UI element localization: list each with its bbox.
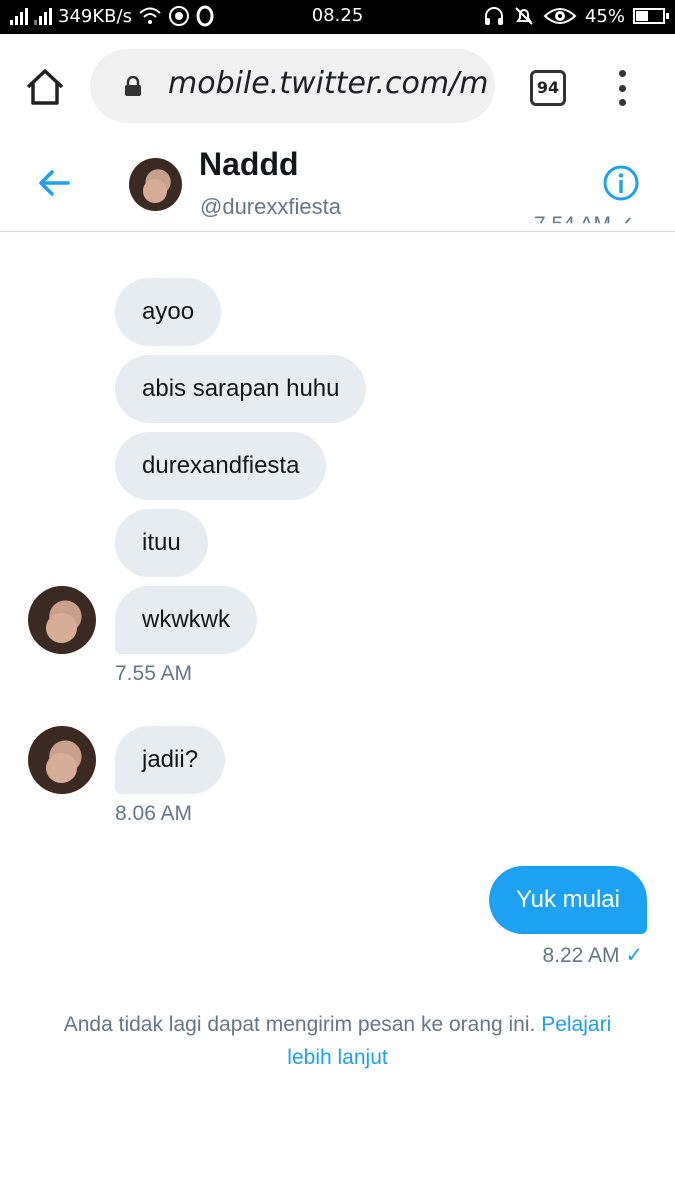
status-bar: 349KB/s 08.25 45% (0, 0, 675, 34)
eye-icon (543, 8, 577, 24)
avatar[interactable] (28, 586, 96, 654)
message-timestamp: 7.55 AM (115, 662, 193, 685)
url-text[interactable]: mobile.twitter.com/messages (168, 66, 488, 101)
message-timestamp: 8.06 AM (115, 802, 193, 825)
message-bubble[interactable]: durexandfiesta (115, 432, 327, 500)
read-check-icon: ✓ (625, 944, 643, 967)
browser-toolbar: mobile.twitter.com/messages 94 (0, 34, 675, 138)
tab-switcher-button[interactable]: 94 (530, 70, 566, 106)
info-icon[interactable] (603, 165, 639, 201)
headphones-icon (484, 7, 503, 25)
status-right: 45% (483, 4, 669, 28)
message-bubble[interactable]: ayoo (115, 278, 222, 346)
message-bubble-sent[interactable]: Yuk mulai (488, 866, 647, 934)
battery-percent: 45% (584, 5, 625, 27)
message-timestamp: 8.22 AM ✓ (542, 943, 643, 968)
battery-icon (633, 8, 669, 24)
blocked-notice: Anda tidak lagi dapat mengirim pesan ke … (40, 1008, 635, 1074)
message-bubble[interactable]: jadii? (115, 726, 226, 794)
home-icon[interactable] (24, 67, 66, 107)
lock-icon (125, 76, 141, 96)
message-bubble[interactable]: abis sarapan huhu (115, 355, 367, 423)
message-bubble[interactable]: ituu (115, 509, 208, 577)
notice-text: Anda tidak lagi dapat mengirim pesan ke … (63, 1013, 536, 1036)
battery-fill (636, 11, 648, 21)
message-bubble[interactable]: wkwkwk (115, 586, 257, 654)
avatar[interactable] (28, 726, 96, 794)
contact-handle[interactable]: @durexxfiesta (200, 194, 341, 220)
contact-name[interactable]: Naddd (199, 146, 299, 183)
address-bar[interactable]: mobile.twitter.com/messages (90, 49, 495, 123)
browser-menu-icon[interactable] (614, 70, 630, 106)
mute-bell-icon (515, 7, 533, 25)
back-arrow-icon[interactable] (34, 166, 74, 200)
timestamp-text: 8.22 AM (542, 944, 620, 967)
avatar[interactable] (129, 158, 182, 211)
